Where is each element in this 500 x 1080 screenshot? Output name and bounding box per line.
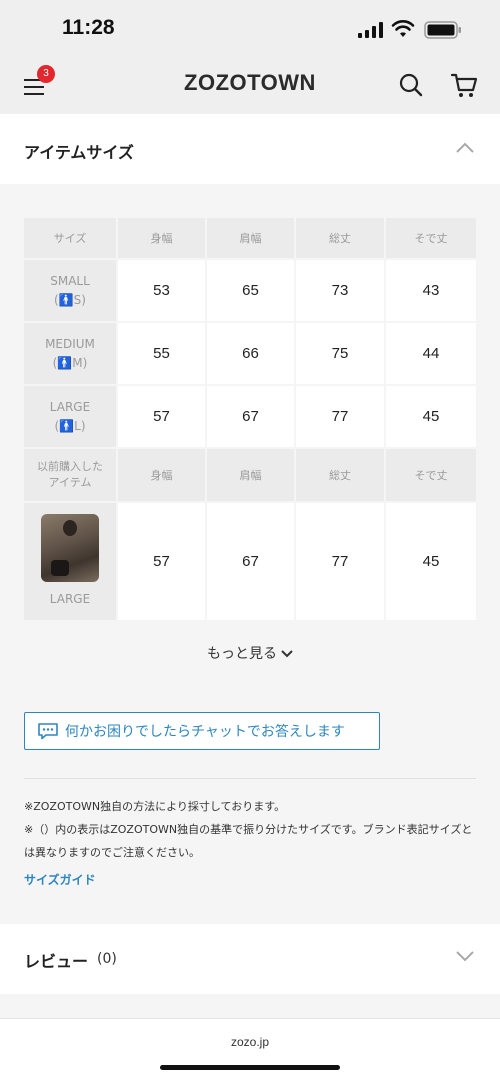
previous-item-size: LARGE bbox=[49, 592, 91, 607]
chevron-up-icon bbox=[456, 142, 474, 153]
divider bbox=[24, 778, 476, 779]
table-header-cell: 肩幅 bbox=[207, 218, 294, 258]
table-value-cell: 45 bbox=[386, 386, 476, 447]
table-value-cell: 45 bbox=[386, 503, 476, 620]
size-guide-link[interactable]: サイズガイド bbox=[24, 871, 96, 888]
table-value-cell: 55 bbox=[118, 323, 205, 384]
table-header-cell: そで丈 bbox=[386, 218, 476, 258]
table-value-cell: 67 bbox=[207, 386, 294, 447]
previous-item-cell[interactable]: LARGE bbox=[24, 503, 116, 620]
item-size-title: アイテムサイズ bbox=[24, 143, 134, 162]
chevron-down-icon bbox=[281, 650, 293, 658]
status-bar: 11:28 bbox=[0, 0, 500, 58]
table-value-cell: 43 bbox=[386, 260, 476, 321]
battery-icon bbox=[424, 21, 461, 39]
table-header-cell: そで丈 bbox=[386, 449, 476, 501]
table-value-cell: 67 bbox=[207, 503, 294, 620]
table-value-cell: 73 bbox=[296, 260, 384, 321]
review-title: レビュー bbox=[24, 952, 89, 971]
show-more-button[interactable]: もっと見る bbox=[0, 643, 500, 663]
person-icon: 🚹 bbox=[58, 292, 74, 307]
size-name: MEDIUM bbox=[45, 336, 95, 351]
person-icon: 🚹 bbox=[57, 355, 73, 370]
table-value-cell: 57 bbox=[118, 386, 205, 447]
size-name: LARGE bbox=[49, 399, 91, 414]
note-line: ※ZOZOTOWN独自の方法により採寸しております。 bbox=[24, 800, 286, 813]
search-icon[interactable] bbox=[398, 72, 424, 98]
size-tag: (🚹S) bbox=[54, 292, 86, 307]
review-section-header[interactable]: レビュー (0) bbox=[0, 924, 500, 994]
item-size-section-header[interactable]: アイテムサイズ bbox=[0, 114, 500, 184]
previous-item-label-cell: 以前購入した アイテム bbox=[24, 449, 116, 501]
size-name: SMALL bbox=[50, 273, 90, 288]
table-value-cell: 44 bbox=[386, 323, 476, 384]
table-value-cell: 57 bbox=[118, 503, 205, 620]
table-value-cell: 53 bbox=[118, 260, 205, 321]
signal-icon bbox=[358, 22, 383, 38]
table-header-cell: サイズ bbox=[24, 218, 116, 258]
size-tag: (🚹L) bbox=[54, 418, 86, 433]
show-more-label: もっと見る bbox=[207, 646, 277, 662]
table-header-cell: 総丈 bbox=[296, 218, 384, 258]
size-label-cell: LARGE (🚹L) bbox=[24, 386, 116, 447]
size-label-cell: SMALL (🚹S) bbox=[24, 260, 116, 321]
logo[interactable]: ZOZOTOWN bbox=[0, 70, 500, 96]
size-table: サイズ 身幅 肩幅 総丈 そで丈 SMALL (🚹S) 53 65 73 43 … bbox=[24, 218, 476, 620]
cart-icon[interactable] bbox=[450, 71, 478, 99]
table-value-cell: 77 bbox=[296, 386, 384, 447]
table-value-cell: 66 bbox=[207, 323, 294, 384]
note-line: ※（）内の表示はZOZOTOWN独自の基準で振り分けたサイズです。ブランド表記サ… bbox=[24, 823, 473, 859]
browser-url-bar[interactable]: zozo.jp bbox=[0, 1018, 500, 1080]
chat-icon bbox=[38, 723, 58, 740]
wifi-icon bbox=[391, 20, 415, 37]
home-indicator[interactable] bbox=[160, 1065, 340, 1070]
table-header-cell: 総丈 bbox=[296, 449, 384, 501]
table-header-cell: 肩幅 bbox=[207, 449, 294, 501]
chat-support-button[interactable]: 何かお困りでしたらチャットでお答えします bbox=[24, 712, 380, 750]
product-thumbnail[interactable] bbox=[41, 514, 99, 583]
size-tag: (🚹M) bbox=[52, 355, 88, 370]
size-label-cell: MEDIUM (🚹M) bbox=[24, 323, 116, 384]
app-header: 3 ZOZOTOWN bbox=[0, 58, 500, 114]
review-count: (0) bbox=[97, 951, 117, 967]
person-icon: 🚹 bbox=[59, 418, 75, 433]
size-notes: ※ZOZOTOWN独自の方法により採寸しております。 ※（）内の表示はZOZOT… bbox=[24, 795, 480, 864]
table-header-cell: 身幅 bbox=[118, 218, 205, 258]
chevron-down-icon bbox=[456, 951, 474, 962]
table-value-cell: 65 bbox=[207, 260, 294, 321]
table-value-cell: 77 bbox=[296, 503, 384, 620]
table-value-cell: 75 bbox=[296, 323, 384, 384]
table-header-cell: 身幅 bbox=[118, 449, 205, 501]
url-text: zozo.jp bbox=[230, 1035, 270, 1049]
chat-support-label: 何かお困りでしたらチャットでお答えします bbox=[65, 724, 345, 740]
status-time: 11:28 bbox=[62, 16, 115, 39]
